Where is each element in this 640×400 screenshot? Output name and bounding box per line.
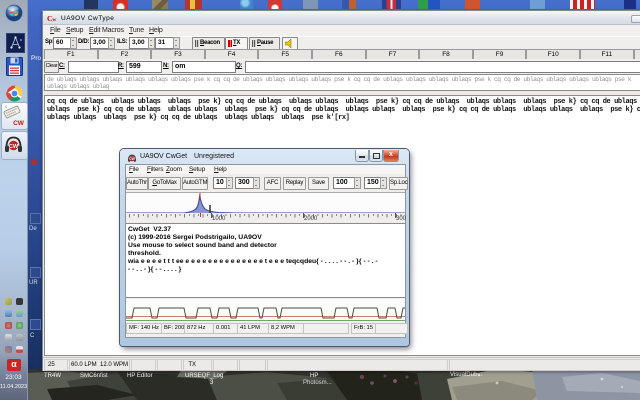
svg-text:URSEQF_Log: URSEQF_Log xyxy=(185,373,223,379)
svg-text:CW: CW xyxy=(13,120,25,127)
svg-text:VisualDub...: VisualDub... xyxy=(450,372,483,378)
svg-text:CW: CW xyxy=(9,144,19,150)
svg-text:HP: HP xyxy=(310,373,318,379)
svg-text:SMC6nfist: SMC6nfist xyxy=(80,373,108,379)
svg-text:Photosm...: Photosm... xyxy=(303,380,332,386)
svg-text:HP Editor: HP Editor xyxy=(127,373,153,379)
svg-text:CW: CW xyxy=(129,157,136,161)
svg-text:TR4W: TR4W xyxy=(44,373,61,379)
